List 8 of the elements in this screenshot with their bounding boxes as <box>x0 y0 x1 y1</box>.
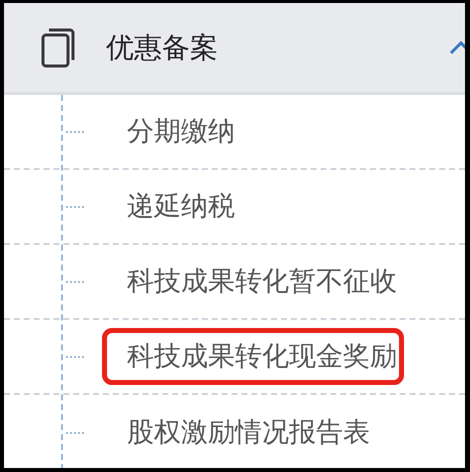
menu-item[interactable]: 股权激励情况报告表 <box>127 419 370 446</box>
menu-title: 优惠备案 <box>106 34 218 62</box>
menu-header[interactable]: 优惠备案 <box>4 3 465 95</box>
document-icon <box>40 26 76 68</box>
menu-item[interactable]: 分期缴纳 <box>127 118 235 145</box>
menu-item[interactable]: 递延纳税 <box>127 193 235 220</box>
menu-item[interactable]: 科技成果转化现金奖励 <box>102 328 404 385</box>
menu-item[interactable]: 科技成果转化暂不征收 <box>127 268 397 295</box>
